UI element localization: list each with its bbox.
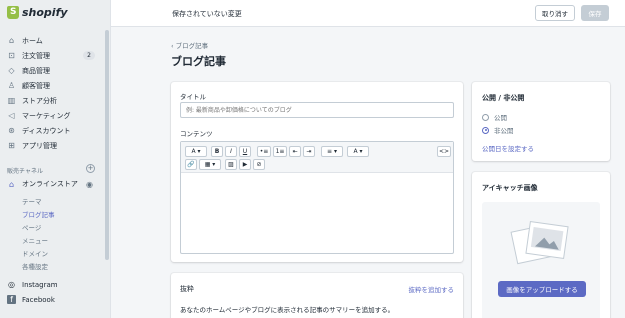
sidebar-item-online-store[interactable]: ⌂ オンラインストア <box>7 179 78 189</box>
rich-text-editor[interactable]: A ▾ B I U •≡ 1≡ ⇤ ⇥ ≡ ▾ A ▾ <> 🔗 ▦ ▾ ▨ ▶… <box>180 141 454 254</box>
sidebar-item-label: アプリ管理 <box>22 141 57 150</box>
sidebar-item-label: ストア分析 <box>22 96 57 105</box>
radio-label: 非公開 <box>494 127 514 135</box>
radio-label: 公開 <box>494 114 507 122</box>
bar-chart-icon: ▥ <box>7 96 16 105</box>
breadcrumb-label: ブログ記事 <box>175 42 209 50</box>
sidebar-sub-pages[interactable]: ページ <box>22 222 41 232</box>
add-channel-icon[interactable]: + <box>86 164 95 173</box>
sidebar-sub-themes[interactable]: テーマ <box>22 196 42 206</box>
sidebar-item-marketing[interactable]: ◁ マーケティング <box>0 108 111 123</box>
main-nav: ⌂ ホーム ⊡ 注文管理 2 ◇ 商品管理 ♙ 顧客管理 ▥ ストア分析 ◁ マ… <box>0 33 111 153</box>
sidebar-item-facebook[interactable]: f Facebook <box>7 295 55 304</box>
insert-video-button[interactable]: ▶ <box>239 159 251 170</box>
featured-image-card: アイキャッチ画像 画像をアップロードする <box>472 172 610 318</box>
save-button[interactable]: 保存 <box>581 5 609 21</box>
html-view-button[interactable]: <> <box>437 146 451 157</box>
text-color-dropdown[interactable]: A ▾ <box>347 146 369 157</box>
person-icon: ♙ <box>7 81 16 90</box>
cancel-button[interactable]: 取り消す <box>535 5 575 21</box>
sidebar-item-home[interactable]: ⌂ ホーム <box>0 33 111 48</box>
sidebar-item-discounts[interactable]: ⊛ ディスカウント <box>0 123 111 138</box>
unsaved-changes-text: 保存されていない変更 <box>172 10 242 18</box>
excerpt-description: あなたのホームページやブログに表示される記事のサマリーを追加する。 <box>180 306 395 314</box>
home-icon: ⌂ <box>8 36 15 45</box>
bullet-list-button[interactable]: •≡ <box>257 146 271 157</box>
radio-button[interactable] <box>482 113 489 121</box>
sidebar-item-label: ディスカウント <box>22 126 71 135</box>
visibility-title: 公開 / 非公開 <box>482 94 525 102</box>
megaphone-icon: ◁ <box>8 111 15 120</box>
store-icon: ⌂ <box>8 179 15 189</box>
sidebar-item-products[interactable]: ◇ 商品管理 <box>0 63 111 78</box>
top-bar: 保存されていない変更 取り消す 保存 <box>111 0 625 27</box>
image-placeholder-icon <box>510 220 569 265</box>
upload-image-button[interactable]: 画像をアップロードする <box>498 281 586 297</box>
set-publish-date-link[interactable]: 公開日を設定する <box>482 143 534 153</box>
eye-icon[interactable]: ◉ <box>86 180 93 189</box>
sidebar-item-customers[interactable]: ♙ 顧客管理 <box>0 78 111 93</box>
tag-icon: ◇ <box>8 66 15 75</box>
sidebar-item-label: マーケティング <box>22 111 71 120</box>
content-label: コンテンツ <box>180 130 213 138</box>
indent-button[interactable]: ⇥ <box>303 146 315 157</box>
excerpt-title: 抜粋 <box>180 285 194 293</box>
title-label: タイトル <box>180 93 206 101</box>
italic-button[interactable]: I <box>225 146 237 157</box>
add-excerpt-link[interactable]: 抜粋を追加する <box>409 284 455 294</box>
radio-button-checked[interactable] <box>482 126 489 134</box>
sidebar-item-label: 商品管理 <box>22 66 50 75</box>
sidebar-item-label: ホーム <box>22 36 43 45</box>
outdent-button[interactable]: ⇤ <box>289 146 301 157</box>
alignment-dropdown[interactable]: ≡ ▾ <box>321 146 343 157</box>
font-format-dropdown[interactable]: A ▾ <box>185 146 207 157</box>
sidebar-sub-settings[interactable]: 各種設定 <box>22 261 48 271</box>
link-button[interactable]: 🔗 <box>185 159 197 170</box>
image-dropzone[interactable]: 画像をアップロードする <box>482 202 600 318</box>
instagram-icon: ◎ <box>8 280 15 289</box>
editor-toolbar: A ▾ B I U •≡ 1≡ ⇤ ⇥ ≡ ▾ A ▾ <> 🔗 ▦ ▾ ▨ ▶… <box>181 142 453 173</box>
visibility-card: 公開 / 非公開 公開 非公開 公開日を設定する <box>472 82 610 161</box>
sidebar-sub-blog-posts[interactable]: ブログ記事 <box>22 209 55 219</box>
shopify-bag-icon <box>7 6 19 19</box>
sidebar-sub-domains[interactable]: ドメイン <box>22 248 48 258</box>
visibility-option-hidden[interactable]: 非公開 <box>482 125 514 135</box>
table-dropdown[interactable]: ▦ ▾ <box>199 159 221 170</box>
sidebar: shopify ⌂ ホーム ⊡ 注文管理 2 ◇ 商品管理 ♙ 顧客管理 ▥ ス… <box>0 0 111 318</box>
sidebar-item-instagram[interactable]: ◎ Instagram <box>7 280 58 289</box>
sales-channels-heading: 販売チャネル <box>7 168 43 175</box>
excerpt-card: 抜粋 抜粋を追加する あなたのホームページやブログに表示される記事のサマリーを追… <box>171 273 463 318</box>
featured-image-title: アイキャッチ画像 <box>482 184 538 192</box>
visibility-option-visible[interactable]: 公開 <box>482 112 507 122</box>
sidebar-item-label: 顧客管理 <box>22 81 50 90</box>
discount-icon: ⊛ <box>8 126 15 135</box>
orders-badge: 2 <box>83 51 95 60</box>
breadcrumb[interactable]: ‹ ブログ記事 <box>171 40 208 50</box>
bold-button[interactable]: B <box>211 146 223 157</box>
post-editor-card: タイトル コンテンツ A ▾ B I U •≡ 1≡ ⇤ ⇥ ≡ ▾ A ▾ <… <box>171 82 463 262</box>
insert-image-button[interactable]: ▨ <box>225 159 237 170</box>
apps-icon: ⊞ <box>8 141 15 150</box>
sidebar-scrollbar[interactable] <box>105 30 109 260</box>
numbered-list-button[interactable]: 1≡ <box>273 146 287 157</box>
shopify-logo[interactable]: shopify <box>7 6 68 19</box>
sidebar-item-label: Facebook <box>22 295 55 304</box>
sidebar-sub-menus[interactable]: メニュー <box>22 235 48 245</box>
orders-icon: ⊡ <box>8 51 15 60</box>
title-input[interactable] <box>180 102 454 118</box>
sidebar-item-label: Instagram <box>22 280 58 289</box>
facebook-icon: f <box>7 295 16 304</box>
underline-button[interactable]: U <box>239 146 251 157</box>
page-title: ブログ記事 <box>171 55 226 68</box>
sidebar-item-orders[interactable]: ⊡ 注文管理 2 <box>0 48 111 63</box>
brand-name: shopify <box>22 6 68 19</box>
sidebar-item-apps[interactable]: ⊞ アプリ管理 <box>0 138 111 153</box>
sidebar-item-analytics[interactable]: ▥ ストア分析 <box>0 93 111 108</box>
sidebar-item-label: オンラインストア <box>22 180 78 188</box>
sidebar-item-label: 注文管理 <box>22 51 50 60</box>
clear-format-button[interactable]: ⊘ <box>253 159 265 170</box>
